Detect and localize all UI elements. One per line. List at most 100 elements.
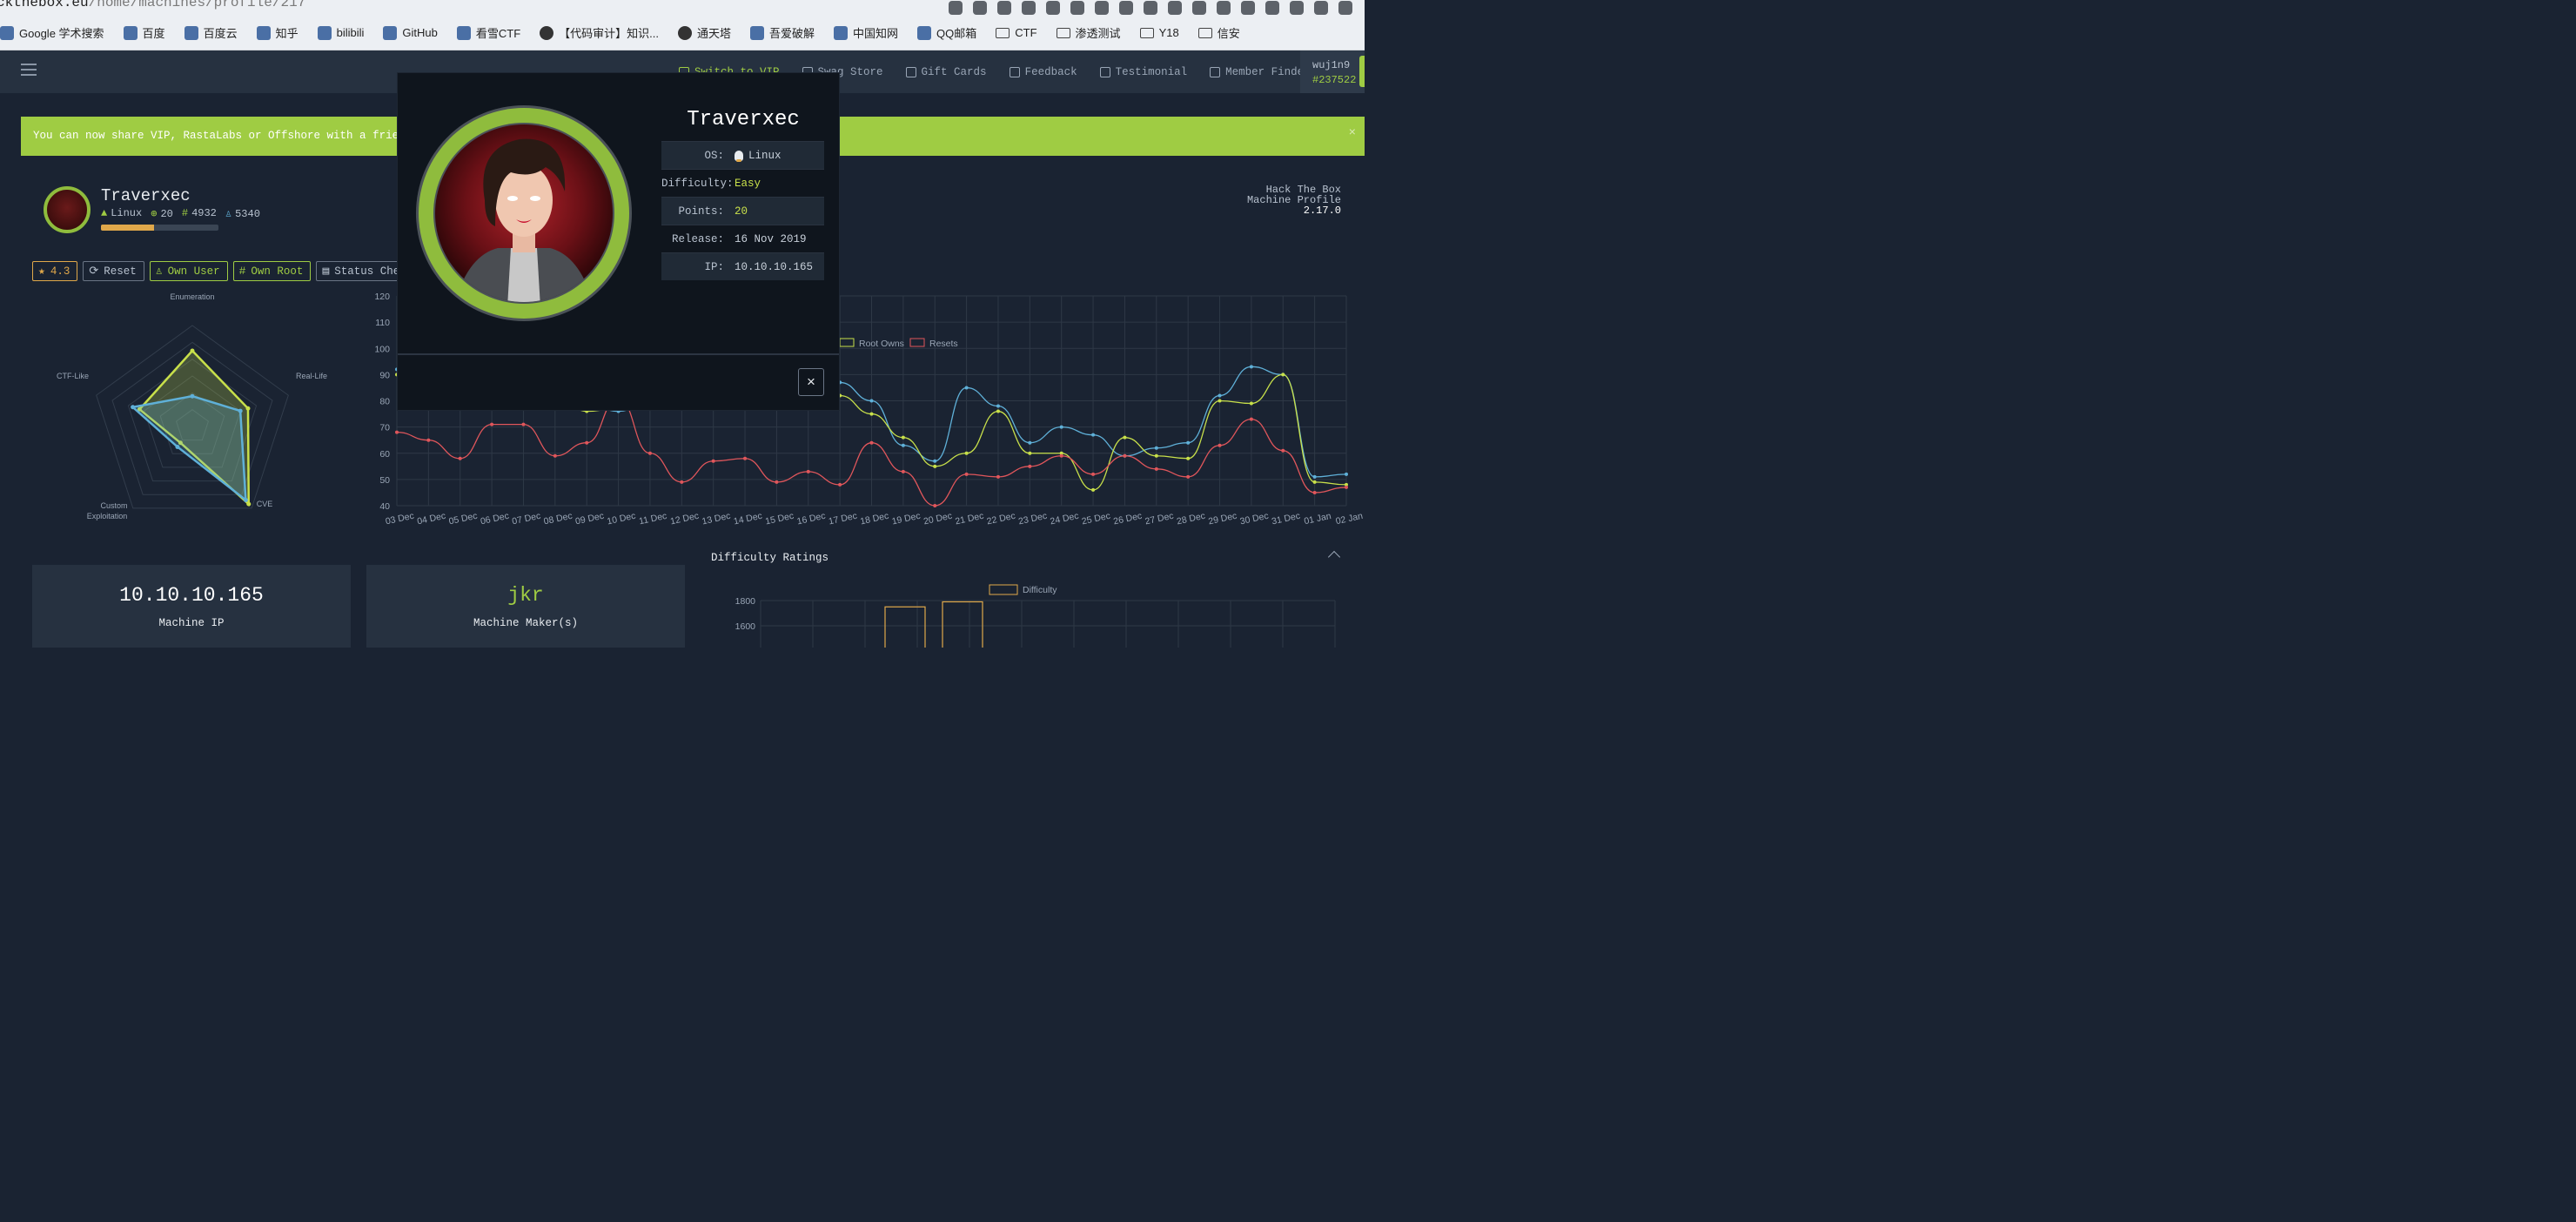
extension-icon[interactable] xyxy=(1241,1,1255,15)
radar-series xyxy=(130,394,247,503)
cnki-icon xyxy=(834,25,849,40)
tag-version: 2.17.0 xyxy=(1303,205,1341,217)
x-tick-label: 21 Dec xyxy=(954,511,984,527)
extension-badge-icon[interactable] xyxy=(1192,1,1206,15)
machine-avatar-large xyxy=(416,105,632,321)
hamburger-menu-icon[interactable] xyxy=(21,64,37,76)
bookmark-item[interactable]: 通天塔 xyxy=(677,24,731,41)
nav-link-label: Feedback xyxy=(1024,65,1077,78)
modal-divider xyxy=(398,353,839,355)
banner-close-button[interactable]: × xyxy=(1349,126,1356,140)
extension-icon[interactable] xyxy=(1022,1,1036,15)
extension-icon[interactable] xyxy=(1046,1,1060,15)
rating-button[interactable]: ★ 4.3 xyxy=(32,261,78,281)
extension-icon[interactable] xyxy=(1119,1,1133,15)
data-point xyxy=(490,422,494,426)
nav-testimonial[interactable]: Testimonial xyxy=(1099,65,1188,78)
data-point xyxy=(1091,487,1096,492)
x-tick-label: 28 Dec xyxy=(1176,511,1206,527)
folder-icon xyxy=(1197,27,1212,38)
extension-icon[interactable] xyxy=(1070,1,1084,15)
nav-gift-cards[interactable]: Gift Cards xyxy=(905,66,987,78)
data-point xyxy=(1249,365,1253,369)
translate-icon[interactable] xyxy=(949,1,963,15)
machine-matrix-radar: Enumeration Real-Life CVE Custom Exploitatio… xyxy=(35,287,366,540)
baidu-icon xyxy=(123,25,138,40)
bookmark-item[interactable]: bilibili xyxy=(317,25,364,40)
radar-point xyxy=(245,406,251,411)
y-tick-label: 110 xyxy=(375,318,390,328)
row-key: OS: xyxy=(704,149,724,162)
data-point xyxy=(996,404,1000,408)
x-tick-label: 03 Dec xyxy=(385,511,415,527)
extension-icon[interactable] xyxy=(1217,1,1231,15)
extension-icon[interactable] xyxy=(1095,1,1109,15)
modal-close-button[interactable]: × xyxy=(798,368,824,396)
bookmark-item[interactable]: GitHub xyxy=(383,25,438,40)
extension-icon[interactable] xyxy=(1168,1,1182,15)
x-tick-label: 22 Dec xyxy=(986,511,1016,527)
bookmark-label: 渗透测试 xyxy=(1075,27,1121,40)
radar-point xyxy=(190,393,195,399)
chevron-up-icon[interactable] xyxy=(1327,550,1341,564)
search-icon xyxy=(1210,66,1221,77)
globe-icon xyxy=(677,25,692,40)
y-tick-label: 100 xyxy=(374,344,390,354)
bookmark-item[interactable]: Y18 xyxy=(1139,26,1179,39)
x-tick-label: 19 Dec xyxy=(891,511,922,527)
y-tick-label: 50 xyxy=(379,475,390,486)
data-point xyxy=(458,456,462,460)
bookmark-star-icon[interactable] xyxy=(997,1,1011,15)
bookmark-item[interactable]: 百度云 xyxy=(184,24,238,41)
y-tick-label: 70 xyxy=(379,423,390,433)
bookmark-item[interactable]: 看雪CTF xyxy=(456,24,520,41)
radar-point xyxy=(243,497,248,502)
bookmark-item[interactable]: CTF xyxy=(996,26,1037,39)
folder-icon xyxy=(996,27,1010,38)
x-tick-label: 04 Dec xyxy=(416,511,446,527)
machine-maker-value[interactable]: jkr xyxy=(366,584,685,607)
bookmark-item[interactable]: Google 学术搜索 xyxy=(0,24,104,41)
user-icon: ♙ xyxy=(155,265,163,278)
bilibili-icon xyxy=(317,25,332,40)
radar-point xyxy=(246,501,252,507)
nav-feedback[interactable]: Feedback xyxy=(1009,65,1077,78)
own-user-button[interactable]: ♙ Own User xyxy=(149,261,228,281)
row-key: Release: xyxy=(671,232,724,245)
user-menu[interactable]: wuj1n9 #237522 xyxy=(1300,50,1365,93)
profile-avatar-icon[interactable] xyxy=(1338,1,1352,15)
modal-title: Traverxec xyxy=(687,108,800,131)
extension-icon[interactable] xyxy=(1314,1,1328,15)
data-point xyxy=(1186,474,1191,479)
difficulty-ratings-title: Difficulty Ratings xyxy=(711,552,829,564)
x-tick-label: 18 Dec xyxy=(859,511,889,527)
machine-os: Linux xyxy=(111,207,143,219)
extension-icon[interactable] xyxy=(1265,1,1279,15)
baidu-cloud-icon xyxy=(184,25,198,40)
bookmark-item[interactable]: 信安 xyxy=(1197,24,1240,41)
extension-icon[interactable] xyxy=(1144,1,1157,15)
bookmark-item[interactable]: QQ邮箱 xyxy=(917,24,976,41)
data-point xyxy=(1154,467,1158,471)
own-root-button[interactable]: # Own Root xyxy=(232,261,312,281)
nav-member-finder[interactable]: Member Finder xyxy=(1210,66,1311,78)
bookmark-item[interactable]: 知乎 xyxy=(256,24,299,41)
data-point xyxy=(1249,417,1253,421)
reset-button[interactable]: ⟳ Reset xyxy=(83,261,144,281)
bookmark-item[interactable]: 渗透测试 xyxy=(1056,24,1121,41)
url-path: /home/machines/profile/217 xyxy=(88,0,306,10)
data-point xyxy=(1186,456,1191,460)
data-point xyxy=(933,504,937,507)
bookmark-item[interactable]: 【代码审计】知识... xyxy=(540,24,659,41)
data-point xyxy=(869,412,874,416)
x-tick-label: 25 Dec xyxy=(1081,511,1111,527)
nav-link-label: Testimonial xyxy=(1115,65,1188,78)
machine-stats: ▲ Linux ⊕ 20 #4932 ♙ 5340 xyxy=(101,207,260,220)
bookmark-item[interactable]: 吾爱破解 xyxy=(750,24,815,41)
bookmark-item[interactable]: 百度 xyxy=(123,24,165,41)
bookmark-item[interactable]: 中国知网 xyxy=(834,24,898,41)
address-bar[interactable]: ckthebox.eu/home/machines/profile/217 xyxy=(0,0,1365,16)
extension-icon[interactable] xyxy=(1290,1,1304,15)
zoom-icon[interactable] xyxy=(973,1,987,15)
data-point xyxy=(647,451,652,455)
